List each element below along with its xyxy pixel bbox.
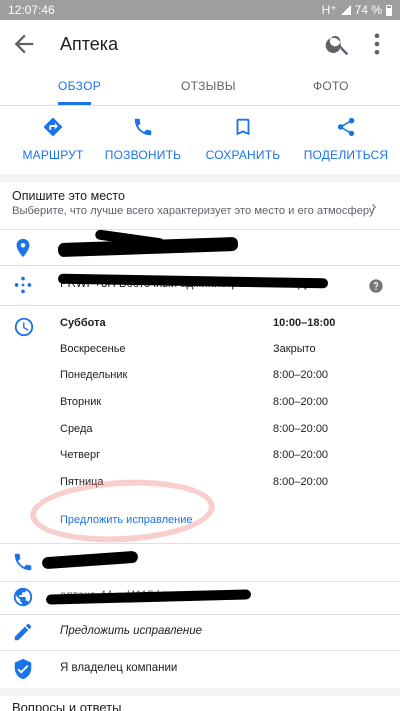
app-bar: Аптека bbox=[0, 20, 400, 68]
active-tab-indicator bbox=[58, 102, 91, 105]
chevron-right-icon bbox=[372, 204, 376, 210]
website-row[interactable]: аптека-44.ru/4115.htm bbox=[0, 582, 400, 614]
location-pin-icon bbox=[16, 238, 30, 258]
tab-reviews[interactable]: ОТЗЫВЫ bbox=[181, 79, 236, 93]
action-bar: МАРШРУТ ПОЗВОНИТЬ СОХРАНИТЬ ПОДЕЛИТЬСЯ bbox=[0, 112, 400, 172]
call-label: ПОЗВОНИТЬ bbox=[104, 148, 182, 162]
plus-code-icon bbox=[14, 276, 32, 294]
tab-bar: ОБЗОР ОТЗЫВЫ ФОТО bbox=[0, 68, 400, 106]
describe-title: Опишите это место bbox=[12, 189, 125, 203]
hours-time: 10:00–18:00 bbox=[273, 317, 336, 329]
battery-text: 74 % bbox=[354, 3, 382, 17]
clock-icon bbox=[14, 317, 34, 337]
owner-row[interactable]: Я владелец компании bbox=[0, 651, 400, 687]
bookmark-icon bbox=[236, 118, 250, 136]
more-vert-icon[interactable] bbox=[363, 30, 391, 58]
back-arrow-icon[interactable] bbox=[10, 30, 38, 58]
highlight-circle-annotation bbox=[28, 475, 217, 547]
qa-section-title: Вопросы и ответы bbox=[12, 700, 122, 711]
describe-subtitle: Выберите, что лучше всего характеризует … bbox=[12, 205, 375, 217]
plus-code-row[interactable]: PRWP+3H Восточный административный округ bbox=[0, 266, 400, 304]
share-icon bbox=[337, 117, 355, 137]
page-title: Аптека bbox=[60, 34, 119, 54]
suggest-edit-text: Предложить исправление bbox=[60, 625, 202, 637]
save-button[interactable]: СОХРАНИТЬ bbox=[198, 112, 288, 168]
hours-day: Понедельник bbox=[60, 369, 128, 381]
globe-icon bbox=[13, 587, 33, 607]
verified-shield-icon bbox=[14, 658, 32, 680]
battery-icon bbox=[386, 4, 392, 16]
hours-day: Четверг bbox=[60, 449, 101, 461]
section-divider bbox=[0, 688, 400, 696]
hours-day: Среда bbox=[60, 423, 93, 435]
address-row[interactable] bbox=[0, 229, 400, 264]
directions-icon bbox=[43, 117, 63, 137]
hours-day: Воскресенье bbox=[60, 343, 126, 355]
pencil-icon bbox=[14, 623, 32, 641]
hours-time: 8:00–20:00 bbox=[273, 476, 329, 488]
search-icon[interactable] bbox=[324, 30, 352, 58]
share-label: ПОДЕЛИТЬСЯ bbox=[303, 148, 389, 162]
signal-icon bbox=[340, 5, 351, 15]
suggest-hours-edit-link[interactable]: Предложить исправление bbox=[60, 514, 192, 526]
tab-photos[interactable]: ФОТО bbox=[313, 79, 349, 93]
directions-label: МАРШРУТ bbox=[22, 148, 84, 162]
call-button[interactable]: ПОЗВОНИТЬ bbox=[98, 112, 188, 168]
share-button[interactable]: ПОДЕЛИТЬСЯ bbox=[301, 112, 391, 168]
network-indicator: H⁺ bbox=[321, 3, 337, 17]
status-right: H⁺ 74 % bbox=[322, 3, 392, 17]
phone-row[interactable] bbox=[0, 544, 400, 580]
save-label: СОХРАНИТЬ bbox=[205, 148, 281, 162]
owner-text: Я владелец компании bbox=[60, 662, 178, 674]
hours-day: Вторник bbox=[60, 396, 102, 408]
hours-day: Суббота bbox=[60, 317, 106, 329]
directions-button[interactable]: МАРШРУТ bbox=[8, 112, 98, 168]
phone-icon bbox=[134, 118, 152, 136]
hours-time: 8:00–20:00 bbox=[273, 423, 329, 435]
hours-time: 8:00–20:00 bbox=[273, 449, 329, 461]
divider bbox=[0, 305, 400, 306]
status-bar: 12:07:46 H⁺ 74 % bbox=[0, 0, 400, 20]
help-icon[interactable] bbox=[368, 278, 384, 294]
hours-time: 8:00–20:00 bbox=[273, 396, 329, 408]
phone-icon bbox=[14, 553, 32, 571]
redaction-mark bbox=[41, 550, 139, 570]
describe-place-row[interactable]: Опишите это место Выберите, что лучше вс… bbox=[0, 181, 400, 227]
suggest-edit-row[interactable]: Предложить исправление bbox=[0, 615, 400, 649]
status-time: 12:07:46 bbox=[8, 3, 55, 17]
hours-time: Закрыто bbox=[273, 343, 316, 355]
tab-overview[interactable]: ОБЗОР bbox=[58, 79, 101, 93]
hours-time: 8:00–20:00 bbox=[273, 369, 329, 381]
